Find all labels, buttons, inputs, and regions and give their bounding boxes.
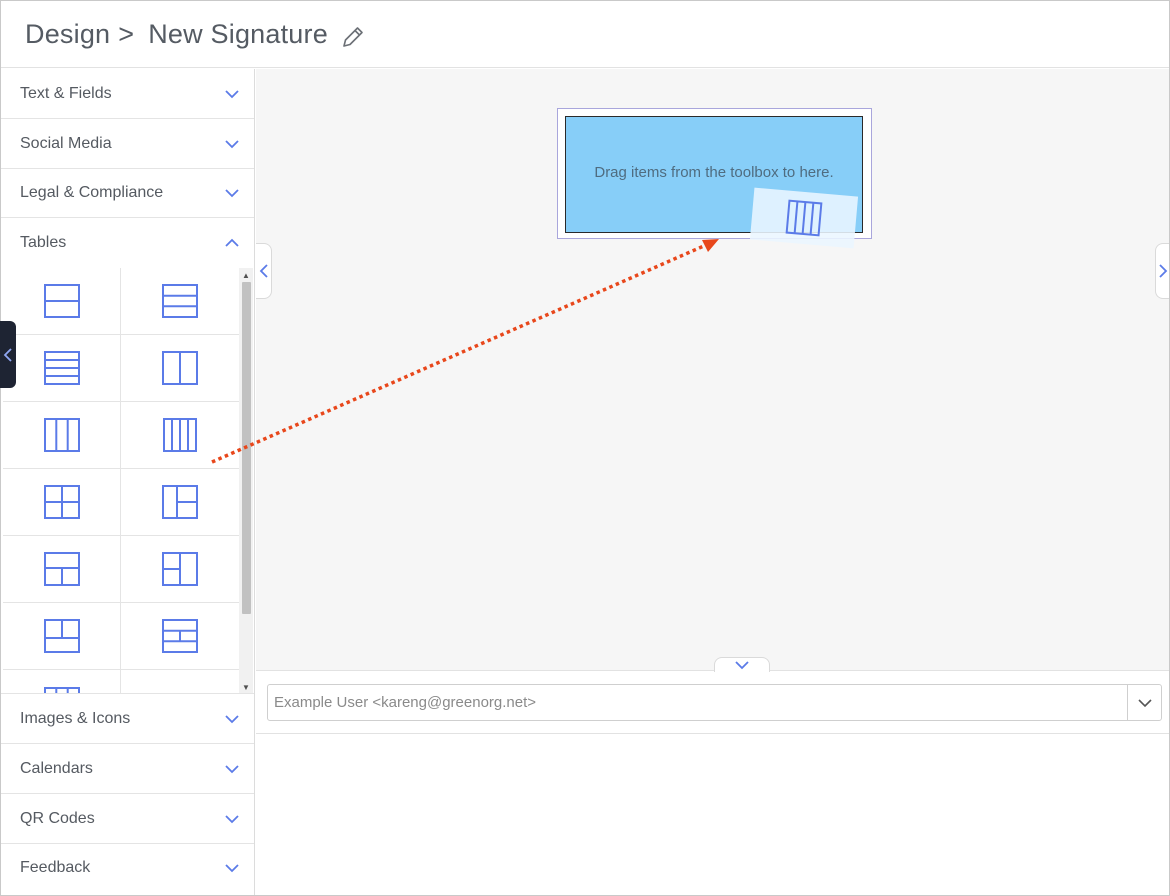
section-tables[interactable]: Tables xyxy=(1,218,254,268)
table-3-columns-icon xyxy=(43,418,80,452)
table-item[interactable] xyxy=(121,603,239,670)
table-item[interactable] xyxy=(3,536,121,603)
chevron-down-icon xyxy=(735,661,749,670)
table-item[interactable] xyxy=(121,469,239,536)
chevron-left-icon xyxy=(3,347,12,362)
section-label: Legal & Compliance xyxy=(20,183,164,201)
table-item[interactable] xyxy=(121,402,239,469)
table-3-rows-split-icon xyxy=(162,619,198,653)
breadcrumb-root[interactable]: Design xyxy=(25,19,110,50)
tables-panel: ▲ ▼ xyxy=(1,268,254,694)
table-3-rows-icon xyxy=(162,284,198,318)
table-4-columns-icon xyxy=(163,418,197,452)
section-label: Tables xyxy=(20,234,67,251)
chevron-down-icon xyxy=(225,90,239,99)
section-feedback[interactable]: Feedback xyxy=(1,843,254,893)
table-item[interactable] xyxy=(3,402,121,469)
table-item[interactable] xyxy=(3,469,121,536)
section-images-icons[interactable]: Images & Icons xyxy=(1,694,254,744)
table-2-columns-icon xyxy=(162,351,198,385)
table-2-rows-1-column-icon xyxy=(162,552,198,586)
section-label: Social Media xyxy=(20,134,112,152)
chevron-down-icon xyxy=(225,815,239,824)
table-item[interactable] xyxy=(3,670,121,693)
table-1-row-2-columns-icon xyxy=(43,552,80,586)
table-4-rows-icon xyxy=(43,351,80,385)
table-2-columns-1-row-icon xyxy=(43,619,80,653)
table-item[interactable] xyxy=(3,268,121,335)
section-calendars[interactable]: Calendars xyxy=(1,744,254,794)
design-canvas: Drag items from the toolbox to here. xyxy=(256,69,1169,672)
table-item[interactable] xyxy=(121,268,239,335)
tables-scrollbar[interactable]: ▲ ▼ xyxy=(239,268,253,693)
signature-name: New Signature xyxy=(148,19,328,49)
right-panel-toggle[interactable] xyxy=(1155,243,1169,299)
dropdown-button[interactable] xyxy=(1127,685,1161,720)
table-4-columns-icon xyxy=(785,199,823,237)
section-label: Calendars xyxy=(20,759,93,777)
chevron-down-icon xyxy=(1137,698,1152,707)
preview-user-value: Example User <kareng@greenorg.net> xyxy=(274,694,537,711)
drop-zone-text: Drag items from the toolbox to here. xyxy=(594,164,834,181)
breadcrumb-separator: > xyxy=(118,19,135,49)
header: Design > New Signature xyxy=(1,1,1169,68)
chevron-left-icon xyxy=(259,264,268,278)
section-text-fields[interactable]: Text & Fields xyxy=(1,69,254,119)
chevron-up-icon xyxy=(225,238,239,247)
breadcrumb: Design > New Signature xyxy=(25,19,328,50)
section-qr-codes[interactable]: QR Codes xyxy=(1,794,254,844)
bottom-panel-toggle[interactable] xyxy=(714,657,770,672)
scroll-down-arrow-icon[interactable]: ▼ xyxy=(239,680,253,693)
chevron-down-icon xyxy=(225,715,239,724)
chevron-down-icon xyxy=(225,189,239,198)
preview-user-select[interactable]: Example User <kareng@greenorg.net> xyxy=(267,684,1162,721)
toolbox-sidebar: Text & Fields Social Media Legal & Compl… xyxy=(1,69,255,895)
table-2-rows-icon xyxy=(43,284,80,318)
preview-divider xyxy=(256,733,1169,734)
section-label: Text & Fields xyxy=(20,84,112,102)
left-panel-toggle[interactable] xyxy=(256,243,272,299)
table-1-column-2-rows-icon xyxy=(162,485,198,519)
section-label: Feedback xyxy=(20,859,91,876)
section-legal-compliance[interactable]: Legal & Compliance xyxy=(1,168,254,218)
drag-ghost xyxy=(749,187,859,249)
sidebar-collapse-tab[interactable] xyxy=(0,321,16,388)
table-item[interactable] xyxy=(3,335,121,402)
section-label: Images & Icons xyxy=(20,709,131,727)
chevron-down-icon xyxy=(225,140,239,149)
section-social-media[interactable]: Social Media xyxy=(1,119,254,169)
pencil-icon[interactable] xyxy=(339,23,367,51)
section-label: QR Codes xyxy=(20,809,95,827)
table-item[interactable] xyxy=(121,536,239,603)
table-2x2-grid-icon xyxy=(43,485,80,519)
table-partial-icon xyxy=(43,686,80,693)
chevron-down-icon xyxy=(225,765,239,774)
table-item[interactable] xyxy=(121,670,239,693)
chevron-down-icon xyxy=(225,864,239,873)
scrollbar-thumb[interactable] xyxy=(242,282,251,614)
scroll-up-arrow-icon[interactable]: ▲ xyxy=(239,268,253,282)
chevron-right-icon xyxy=(1158,264,1167,278)
table-item[interactable] xyxy=(3,603,121,670)
table-item[interactable] xyxy=(121,335,239,402)
